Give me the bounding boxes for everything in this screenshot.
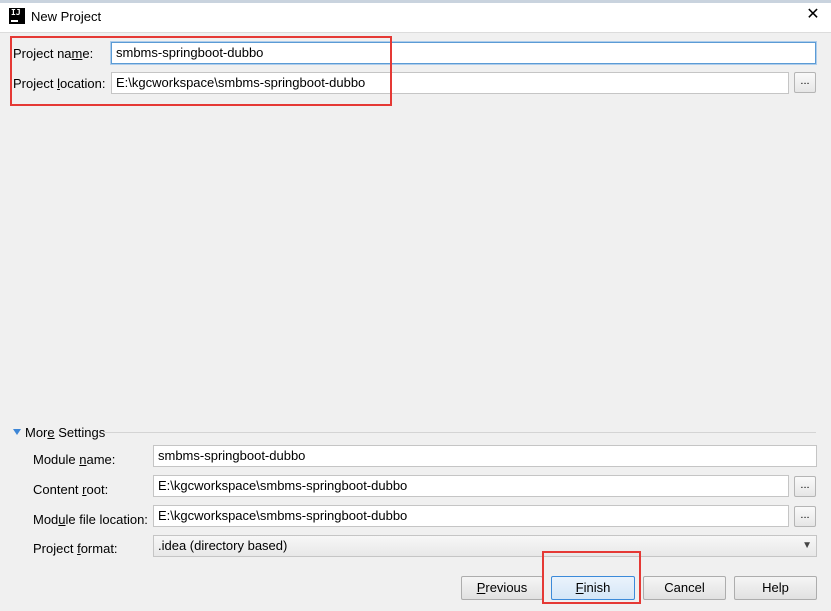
project-format-value: .idea (directory based) (158, 538, 288, 553)
window-title: New Project (31, 9, 102, 24)
more-settings-toggle[interactable]: More Settings (25, 425, 105, 440)
cancel-button[interactable]: Cancel (643, 576, 726, 600)
project-name-input[interactable]: smbms-springboot-dubbo (111, 42, 816, 64)
intellij-icon: IJ (9, 8, 25, 24)
module-file-location-input[interactable]: E:\kgcworkspace\smbms-springboot-dubbo (153, 505, 789, 527)
content-root-browse-button[interactable]: ... (794, 476, 816, 497)
help-button[interactable]: Help (734, 576, 817, 600)
module-file-location-label: Module file location: (33, 512, 148, 527)
project-name-label: Project name: (13, 46, 94, 61)
project-location-input[interactable]: E:\kgcworkspace\smbms-springboot-dubbo (111, 72, 789, 94)
project-location-label: Project location: (13, 76, 106, 91)
content-root-label: Content root: (33, 482, 109, 497)
module-name-input[interactable]: smbms-springboot-dubbo (153, 445, 817, 467)
project-format-select[interactable]: .idea (directory based) ▼ (153, 535, 817, 557)
content-root-input[interactable]: E:\kgcworkspace\smbms-springboot-dubbo (153, 475, 789, 497)
close-icon[interactable]: ✕ (803, 5, 823, 25)
project-format-label: Project format: (33, 541, 118, 556)
module-name-label: Module name: (33, 452, 116, 467)
project-location-browse-button[interactable]: ... (794, 72, 816, 93)
background-window-strip (0, 0, 831, 3)
chevron-down-icon: ▼ (802, 540, 812, 551)
finish-button[interactable]: Finish (551, 576, 635, 600)
separator (105, 432, 816, 433)
module-file-location-browse-button[interactable]: ... (794, 506, 816, 527)
previous-button[interactable]: Previous (461, 576, 543, 600)
title-bar: IJ New Project ✕ (0, 0, 831, 32)
collapse-arrow-icon[interactable] (13, 429, 21, 435)
